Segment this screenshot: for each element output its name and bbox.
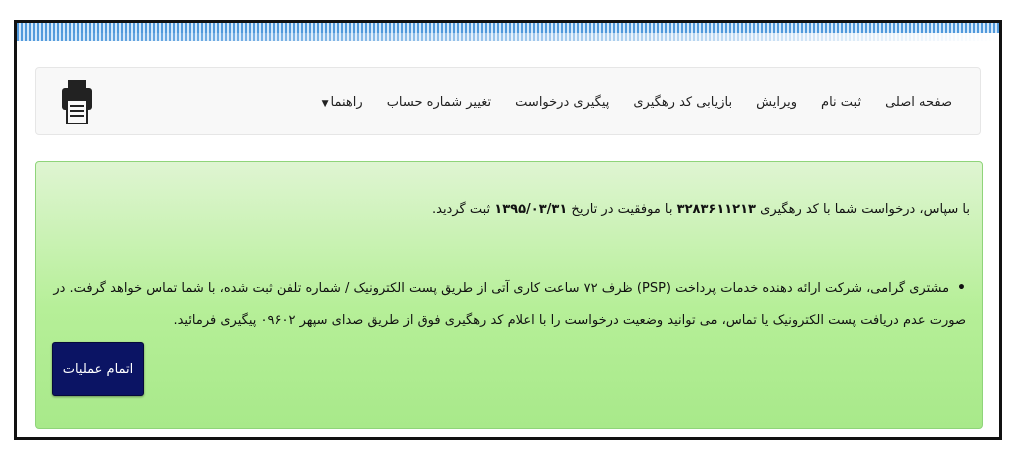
tracking-code: ۳۲۸۳۶۱۱۲۱۳ — [676, 202, 756, 217]
finish-button[interactable]: اتمام عملیات — [52, 342, 144, 396]
message-mid: با موفقیت در تاریخ — [571, 202, 673, 217]
nav-register[interactable]: ثبت نام — [821, 95, 861, 110]
nav-home[interactable]: صفحه اصلی — [885, 95, 952, 110]
bullet-icon: • — [957, 280, 966, 296]
main-nav: صفحه اصلی ثبت نام ویرایش بازیابی کد رهگی… — [322, 68, 952, 136]
nav-edit[interactable]: ویرایش — [756, 95, 797, 110]
info-text: مشتری گرامی، شرکت ارائه دهنده خدمات پردا… — [53, 281, 966, 328]
success-alert: با سپاس، درخواست شما با کد رهگیری ۳۲۸۳۶۱… — [35, 161, 983, 429]
info-bullet: •مشتری گرامی، شرکت ارائه دهنده خدمات پرد… — [46, 272, 966, 337]
message-prefix: با سپاس، درخواست شما با کد رهگیری — [760, 202, 970, 217]
nav-help[interactable]: راهنما▼ — [322, 95, 363, 110]
nav-help-label: راهنما — [330, 94, 363, 110]
caret-down-icon: ▼ — [321, 98, 329, 109]
success-message: با سپاس، درخواست شما با کد رهگیری ۳۲۸۳۶۱… — [432, 202, 970, 217]
nav-recover-tracking-code[interactable]: بازیابی کد رهگیری — [633, 95, 732, 110]
registration-date: ۱۳۹۵/۰۳/۳۱ — [494, 202, 568, 217]
navbar: صفحه اصلی ثبت نام ویرایش بازیابی کد رهگی… — [35, 67, 981, 135]
printer-icon[interactable] — [62, 80, 92, 124]
nav-change-account-number[interactable]: تغییر شماره حساب — [387, 95, 491, 110]
message-suffix: ثبت گردید. — [431, 202, 491, 217]
top-stripe — [17, 23, 999, 41]
nav-track-request[interactable]: پیگیری درخواست — [515, 95, 609, 110]
page-frame: صفحه اصلی ثبت نام ویرایش بازیابی کد رهگی… — [14, 20, 1002, 440]
